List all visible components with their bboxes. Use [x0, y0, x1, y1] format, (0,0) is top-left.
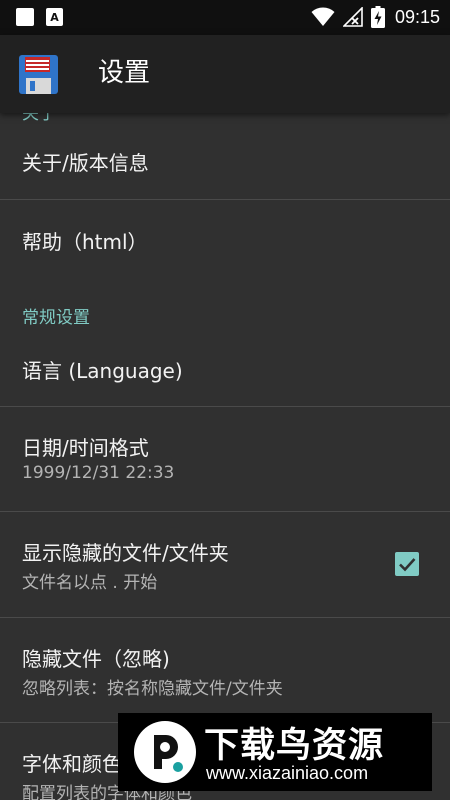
- setting-item-language[interactable]: 语言 (Language): [0, 333, 450, 406]
- watermark-logo-icon: [134, 721, 196, 783]
- setting-item-hide-files[interactable]: 隐藏文件（忽略) 忽略列表：按名称隐藏文件/文件夹: [0, 618, 450, 722]
- settings-list[interactable]: 关于 关于/版本信息 帮助（html） 常规设置 语言 (Language) 日…: [0, 113, 450, 800]
- square-notification-icon: [16, 8, 34, 26]
- setting-title: 日期/时间格式: [22, 436, 149, 460]
- floppy-disk-icon[interactable]: [19, 55, 58, 94]
- category-header-general: 常规设置: [22, 308, 90, 328]
- setting-title: 关于/版本信息: [22, 151, 149, 175]
- system-icons: 09:15: [311, 6, 440, 28]
- setting-item-datetime[interactable]: 日期/时间格式 1999/12/31 22:33: [0, 407, 450, 511]
- notification-icons: A: [16, 8, 63, 26]
- setting-title: 隐藏文件（忽略): [22, 647, 170, 671]
- setting-title: 帮助（html）: [22, 230, 148, 254]
- setting-subtitle: 文件名以点 . 开始: [22, 573, 158, 593]
- setting-subtitle: 忽略列表：按名称隐藏文件/文件夹: [22, 679, 283, 699]
- wifi-icon: [311, 7, 335, 26]
- status-bar: A 09:15: [0, 0, 450, 35]
- screen: A 09:15 设置 关于 关于/版本信息 帮助（html） 常规设置 语言 (…: [0, 0, 450, 800]
- app-bar: 设置: [0, 35, 450, 113]
- battery-charging-icon: [370, 6, 385, 28]
- setting-item-about[interactable]: 关于/版本信息: [0, 113, 450, 199]
- watermark-banner: 下载鸟资源 www.xiazainiao.com: [118, 713, 432, 791]
- a-notification-icon: A: [46, 8, 63, 26]
- clock-time: 09:15: [394, 6, 440, 27]
- setting-subtitle: 1999/12/31 22:33: [22, 463, 175, 483]
- watermark-url: www.xiazainiao.com: [206, 763, 369, 783]
- show-hidden-checkbox[interactable]: [395, 552, 419, 576]
- checkmark-icon: [399, 558, 416, 572]
- no-signal-icon: [342, 7, 363, 27]
- setting-title: 显示隐藏的文件/文件夹: [22, 541, 229, 565]
- setting-title: 语言 (Language): [22, 359, 183, 383]
- setting-item-show-hidden[interactable]: 显示隐藏的文件/文件夹 文件名以点 . 开始: [0, 512, 450, 617]
- page-title: 设置: [98, 58, 151, 88]
- setting-title: 字体和颜色: [22, 752, 122, 776]
- watermark-brand: 下载鸟资源: [204, 726, 385, 766]
- setting-item-help[interactable]: 帮助（html）: [0, 200, 450, 280]
